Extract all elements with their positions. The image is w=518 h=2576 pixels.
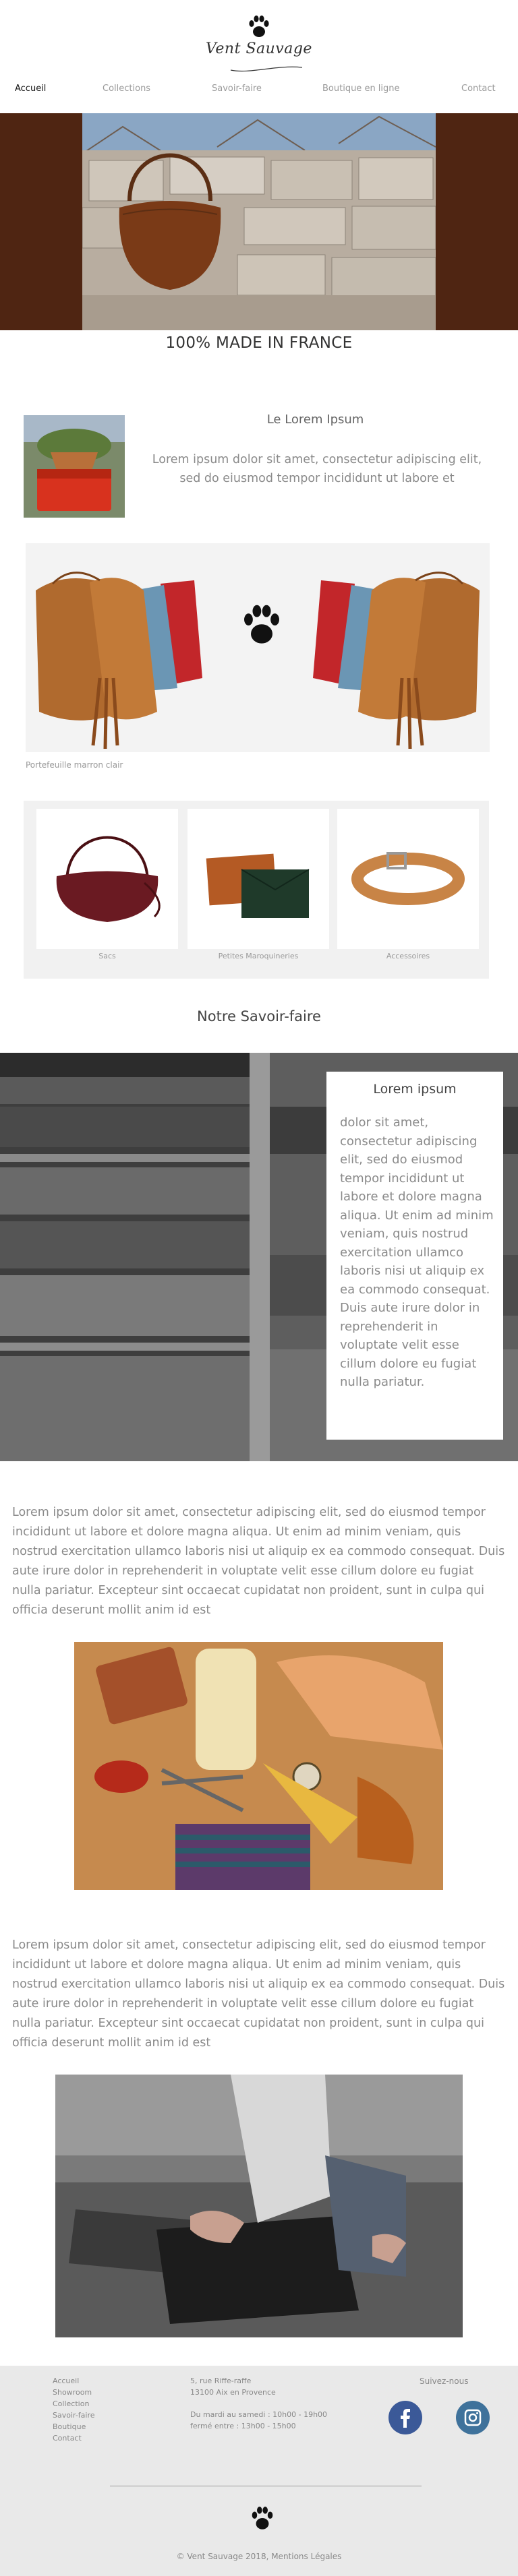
intro-title: Le Lorem Ipsum (266, 412, 364, 427)
site-footer (0, 2366, 518, 2576)
paragraph-1: Lorem ipsum dolor sit amet, consectetur … (12, 1506, 505, 1617)
wallets-image (206, 853, 310, 918)
savoir-faire-card-text: dolor sit amet, consectetur adipiscing e… (340, 1115, 494, 1389)
savoir-faire-title: Notre Savoir-faire (197, 1008, 321, 1024)
logo-text: Vent Sauvage (206, 40, 312, 57)
facebook-icon[interactable] (388, 2401, 422, 2434)
craftsman-image (55, 2075, 463, 2337)
tools-image (74, 1642, 443, 1890)
bag-image (56, 836, 161, 922)
nav-accueil[interactable]: Accueil (15, 84, 46, 94)
product-label-accessoires[interactable]: Accessoires (337, 952, 479, 960)
site-logo[interactable]: Vent Sauvage (202, 11, 316, 75)
footer-hours-line-1: Du mardi au samedi : 10h00 - 19h00 (190, 2410, 328, 2419)
paragraph-2: Lorem ipsum dolor sit amet, consectetur … (12, 1938, 505, 2050)
intro-text: Lorem ipsum dolor sit amet, consectetur … (152, 453, 482, 485)
bags-banner (26, 543, 490, 752)
paw-icon (252, 2507, 273, 2529)
nav-boutique[interactable]: Boutique en ligne (322, 84, 400, 94)
nav-savoir-faire[interactable]: Savoir-faire (212, 84, 262, 94)
intro-thumbnail (24, 415, 125, 518)
product-label-sacs[interactable]: Sacs (36, 952, 178, 960)
logo-swash (230, 66, 303, 72)
instagram-icon[interactable] (456, 2401, 490, 2434)
footer-address-line-1: 5, rue Riffe-raffe (190, 2376, 252, 2385)
footer-address-line-2: 13100 Aix en Provence (190, 2388, 276, 2397)
paw-icon (244, 605, 279, 644)
product-card-accessoires[interactable] (337, 809, 479, 949)
footer-link-contact[interactable]: Contact (53, 2434, 82, 2443)
footer-link-showroom[interactable]: Showroom (53, 2388, 92, 2397)
product-card-petites-maroquineries[interactable] (188, 809, 329, 949)
main-nav: Accueil Collections Savoir-faire Boutiqu… (0, 84, 518, 100)
footer-link-collection[interactable]: Collection (53, 2399, 89, 2408)
site-header: Vent Sauvage Accueil Collections Savoir-… (0, 0, 518, 113)
nav-collections[interactable]: Collections (103, 84, 150, 94)
product-label-petites-maroquineries[interactable]: Petites Maroquineries (188, 952, 329, 960)
footer-link-accueil[interactable]: Accueil (53, 2376, 79, 2385)
footer-copyright[interactable]: © Vent Sauvage 2018, Mentions Légales (0, 2552, 518, 2561)
footer-link-boutique[interactable]: Boutique (53, 2422, 86, 2431)
product-card-sacs[interactable] (36, 809, 178, 949)
footer-follow-label: Suivez-nous (420, 2376, 469, 2386)
made-in-france-tagline: 100% MADE IN FRANCE (165, 334, 353, 352)
hero-image (82, 113, 436, 330)
paw-icon (249, 16, 269, 37)
nav-contact[interactable]: Contact (461, 84, 496, 94)
savoir-faire-card-title: Lorem ipsum (373, 1082, 457, 1097)
footer-hours-line-2: fermé entre : 13h00 - 15h00 (190, 2422, 296, 2430)
belt-image (351, 852, 465, 905)
banner-caption: Portefeuille marron clair (26, 760, 123, 770)
footer-link-savoir-faire[interactable]: Savoir-faire (53, 2411, 95, 2420)
